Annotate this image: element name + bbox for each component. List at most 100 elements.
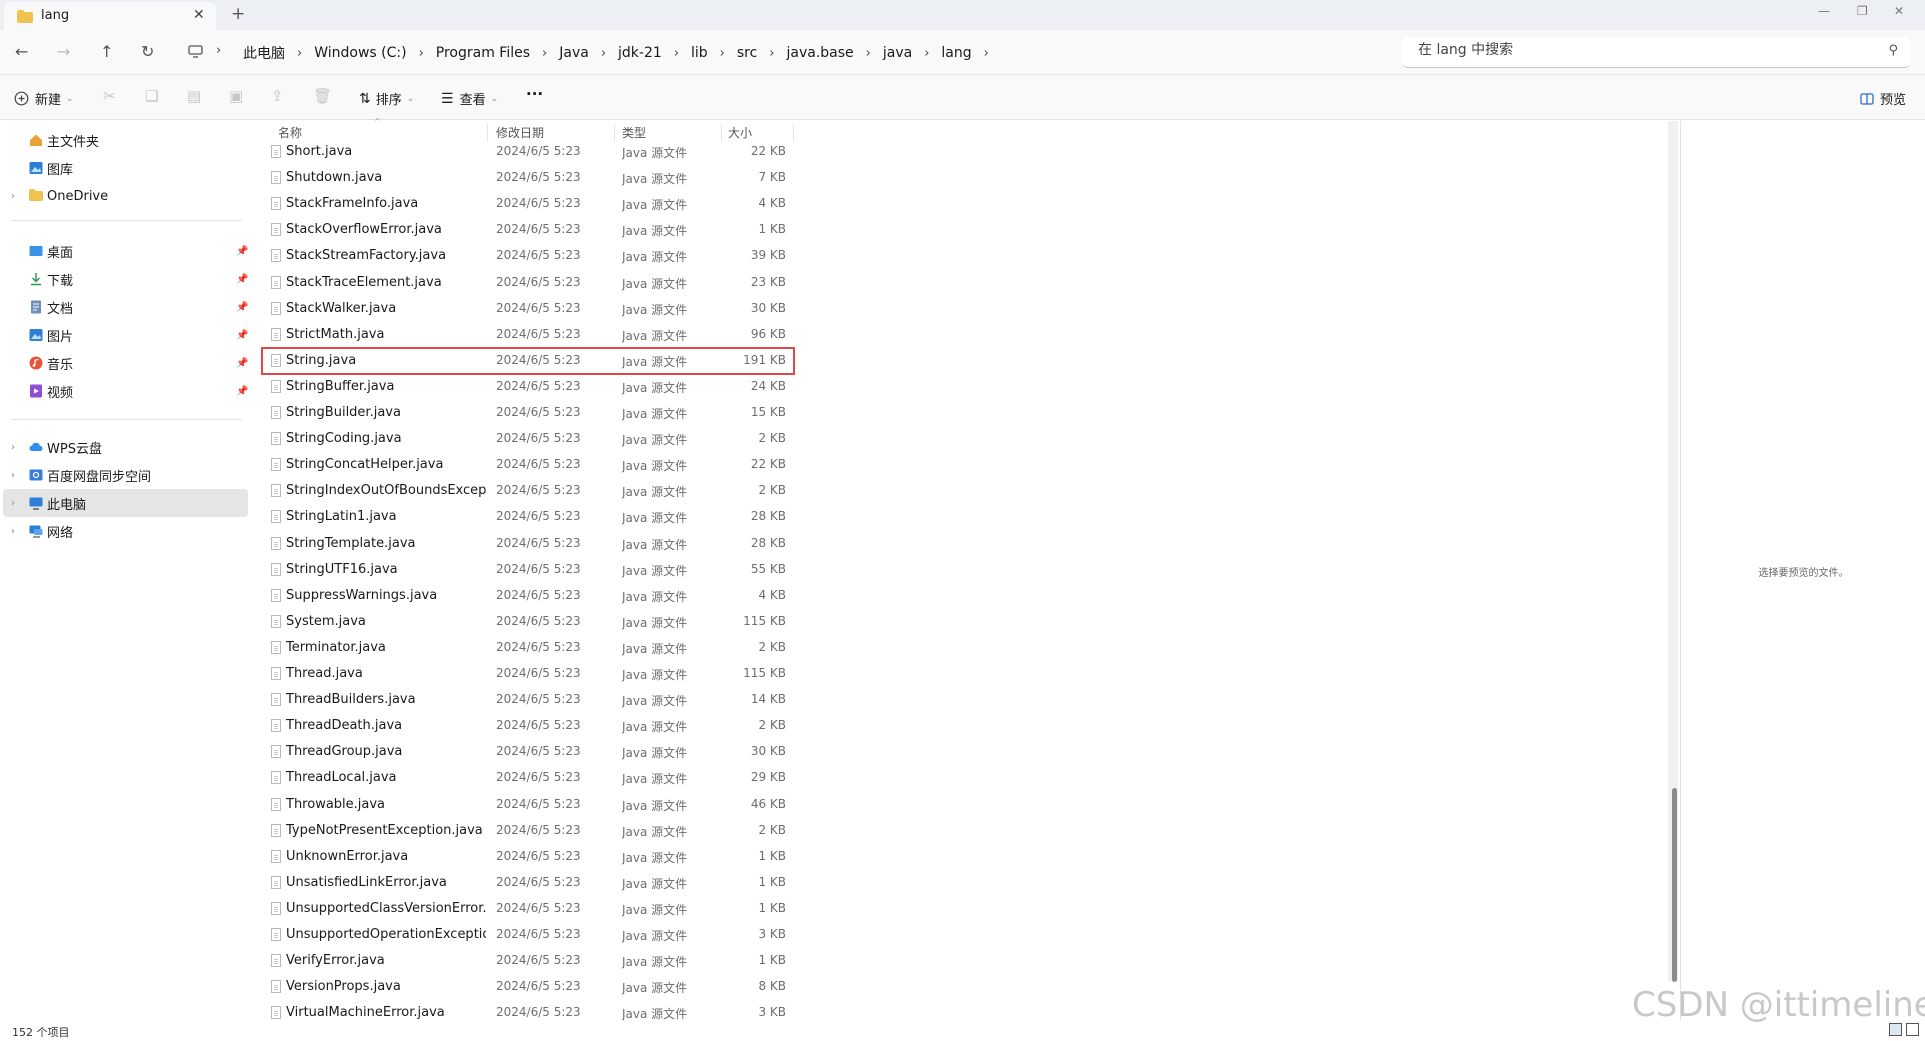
table-row[interactable]: ThreadLocal.java 2024/6/5 5:23 Java 源文件 29 … xyxy=(262,765,794,791)
chevron-right-icon[interactable]: › xyxy=(924,46,929,61)
sort-button[interactable]: ⇅ 排序 ⌄ xyxy=(359,89,414,109)
sidebar-item-music[interactable]: 音乐 📌 xyxy=(0,349,250,377)
sidebar-item-pictures[interactable]: 图片 📌 xyxy=(0,321,250,349)
new-tab-button[interactable]: + xyxy=(231,4,245,24)
sidebar-item-network[interactable]: › 网络 xyxy=(0,517,250,545)
table-row[interactable]: Terminator.java 2024/6/5 5:23 Java 源文件 2 KB xyxy=(262,635,794,661)
table-row[interactable]: StackStreamFactory.java 2024/6/5 5:23 Java… xyxy=(262,243,794,269)
share-icon[interactable]: ⇪ xyxy=(271,87,284,105)
pin-icon[interactable]: 📌 xyxy=(236,330,248,341)
table-row[interactable]: StringIndexOutOfBoundsExcepti... 2024/6/5… xyxy=(262,478,794,504)
refresh-icon[interactable]: ↻ xyxy=(141,42,154,61)
table-row[interactable]: Short.java 2024/6/5 5:23 Java 源文件 22 KB xyxy=(262,139,794,165)
search-input[interactable] xyxy=(1418,42,1858,58)
close-tab-button[interactable]: ✕ xyxy=(193,7,205,23)
chevron-right-icon[interactable]: › xyxy=(601,46,606,61)
table-row[interactable]: Throwable.java 2024/6/5 5:23 Java 源文件 46 KB xyxy=(262,792,794,818)
minimize-icon[interactable]: — xyxy=(1818,4,1830,18)
breadcrumb-item[interactable]: jdk-21 xyxy=(618,45,662,61)
chevron-right-icon[interactable]: › xyxy=(11,526,15,537)
breadcrumb-item[interactable]: java.base xyxy=(787,45,854,61)
chevron-right-icon[interactable]: › xyxy=(866,46,871,61)
table-row[interactable]: StackTraceElement.java 2024/6/5 5:23 Java … xyxy=(262,270,794,296)
sidebar-item-videos[interactable]: 视频 📌 xyxy=(0,377,250,405)
forward-icon[interactable]: → xyxy=(57,42,70,61)
sidebar-item-baidu-sync[interactable]: › 百度网盘同步空间 xyxy=(0,461,250,489)
table-row[interactable]: TypeNotPresentException.java 2024/6/5 5:2… xyxy=(262,818,794,844)
table-row[interactable]: Shutdown.java 2024/6/5 5:23 Java 源文件 7 KB xyxy=(262,165,794,191)
breadcrumb-item[interactable]: src xyxy=(737,45,757,61)
scrollbar-thumb[interactable] xyxy=(1672,788,1677,982)
delete-icon[interactable]: 🗑 xyxy=(313,87,332,105)
table-row[interactable]: Thread.java 2024/6/5 5:23 Java 源文件 115 KB xyxy=(262,661,794,687)
sidebar-item-downloads[interactable]: 下载 📌 xyxy=(0,265,250,293)
tab-lang[interactable]: lang ✕ xyxy=(4,2,216,30)
chevron-right-icon[interactable]: › xyxy=(11,442,15,453)
breadcrumb-item[interactable]: java xyxy=(883,45,912,61)
cut-icon[interactable]: ✂ xyxy=(103,87,116,105)
chevron-right-icon[interactable]: › xyxy=(11,498,15,509)
chevron-right-icon[interactable]: › xyxy=(769,46,774,61)
table-row[interactable]: StringBuffer.java 2024/6/5 5:23 Java 源文件 24… xyxy=(262,374,794,400)
search-icon[interactable]: ⚲ xyxy=(1888,43,1898,58)
pin-icon[interactable]: 📌 xyxy=(236,302,248,313)
table-row[interactable]: StringUTF16.java 2024/6/5 5:23 Java 源文件 55 … xyxy=(262,557,794,583)
close-window-icon[interactable]: ✕ xyxy=(1894,4,1904,18)
chevron-right-icon[interactable]: › xyxy=(674,46,679,61)
sidebar-item-documents[interactable]: 文档 📌 xyxy=(0,293,250,321)
sidebar-item-onedrive[interactable]: › OneDrive xyxy=(0,182,250,210)
breadcrumb-item[interactable]: Program Files xyxy=(436,45,530,61)
pin-icon[interactable]: 📌 xyxy=(236,246,248,257)
table-row[interactable]: StringConcatHelper.java 2024/6/5 5:23 Java… xyxy=(262,452,794,478)
table-row[interactable]: VerifyError.java 2024/6/5 5:23 Java 源文件 1 K… xyxy=(262,948,794,974)
table-row[interactable]: StringTemplate.java 2024/6/5 5:23 Java 源文件… xyxy=(262,531,794,557)
breadcrumb-item[interactable]: 此电脑 xyxy=(243,43,285,63)
chevron-right-icon[interactable]: › xyxy=(419,46,424,61)
table-row[interactable]: StringCoding.java 2024/6/5 5:23 Java 源文件 2 … xyxy=(262,426,794,452)
rename-icon[interactable]: ▣ xyxy=(229,87,243,105)
back-icon[interactable]: ← xyxy=(15,42,28,61)
table-row[interactable]: UnknownError.java 2024/6/5 5:23 Java 源文件 1 … xyxy=(262,844,794,870)
table-row[interactable]: UnsatisfiedLinkError.java 2024/6/5 5:23 Ja… xyxy=(262,870,794,896)
up-icon[interactable]: ↑ xyxy=(100,42,113,61)
table-row[interactable]: UnsupportedOperationExceptio... 2024/6/5 … xyxy=(262,922,794,948)
copy-icon[interactable]: ❏ xyxy=(145,87,158,105)
table-row[interactable]: StrictMath.java 2024/6/5 5:23 Java 源文件 96 K… xyxy=(262,322,794,348)
breadcrumb-root-chevron-icon[interactable]: › xyxy=(216,43,221,58)
chevron-right-icon[interactable]: › xyxy=(11,191,15,202)
chevron-right-icon[interactable]: › xyxy=(11,470,15,481)
table-row[interactable]: StackOverflowError.java 2024/6/5 5:23 Java… xyxy=(262,217,794,243)
paste-icon[interactable]: ▤ xyxy=(187,87,201,105)
table-row[interactable]: StackWalker.java 2024/6/5 5:23 Java 源文件 30 … xyxy=(262,296,794,322)
restore-icon[interactable]: ❐ xyxy=(1857,4,1868,18)
sidebar-item-gallery[interactable]: 图库 xyxy=(0,154,250,182)
sidebar-item-this-pc[interactable]: › 此电脑 xyxy=(3,489,248,517)
pin-icon[interactable]: 📌 xyxy=(236,274,248,285)
table-row[interactable]: UnsupportedClassVersionError.ja... 2024/6… xyxy=(262,896,794,922)
preview-button[interactable]: 预览 xyxy=(1860,89,1906,108)
search-box[interactable]: ⚲ xyxy=(1402,37,1910,68)
pin-icon[interactable]: 📌 xyxy=(236,386,248,397)
breadcrumb-item[interactable]: lib xyxy=(691,45,708,61)
monitor-icon[interactable] xyxy=(188,45,203,58)
chevron-right-icon[interactable]: › xyxy=(720,46,725,61)
pin-icon[interactable]: 📌 xyxy=(236,358,248,369)
table-row[interactable]: SuppressWarnings.java 2024/6/5 5:23 Java 源… xyxy=(262,583,794,609)
sidebar-item-desktop[interactable]: 桌面 📌 xyxy=(0,237,250,265)
new-button[interactable]: 新建 ⌄ xyxy=(14,89,74,108)
breadcrumb-item[interactable]: Windows (C:) xyxy=(314,45,406,61)
sidebar-item-home[interactable]: 主文件夹 xyxy=(0,126,250,154)
table-row[interactable]: StringLatin1.java 2024/6/5 5:23 Java 源文件 28… xyxy=(262,504,794,530)
breadcrumb-item[interactable]: lang xyxy=(941,45,971,61)
chevron-right-icon[interactable]: › xyxy=(542,46,547,61)
table-row[interactable]: StackFrameInfo.java 2024/6/5 5:23 Java 源文件… xyxy=(262,191,794,217)
table-row[interactable]: ThreadBuilders.java 2024/6/5 5:23 Java 源文件… xyxy=(262,687,794,713)
breadcrumb-item[interactable]: Java xyxy=(559,45,589,61)
chevron-right-icon[interactable]: › xyxy=(297,46,302,61)
table-row[interactable]: ThreadDeath.java 2024/6/5 5:23 Java 源文件 2 K… xyxy=(262,713,794,739)
sidebar-item-wps-cloud[interactable]: › WPS云盘 xyxy=(0,433,250,461)
table-row[interactable]: String.java 2024/6/5 5:23 Java 源文件 191 KB xyxy=(261,346,795,375)
table-row[interactable]: VersionProps.java 2024/6/5 5:23 Java 源文件 8 … xyxy=(262,974,794,1000)
chevron-right-icon[interactable]: › xyxy=(984,46,989,61)
table-row[interactable]: StringBuilder.java 2024/6/5 5:23 Java 源文件 1… xyxy=(262,400,794,426)
